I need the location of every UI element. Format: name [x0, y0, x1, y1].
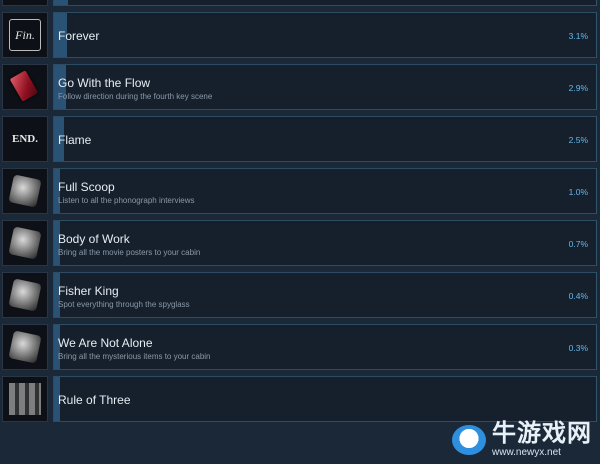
progress-bar: Body of Work Bring all the movie posters … — [53, 220, 597, 266]
achievement-description: Listen to all the phonograph interviews — [58, 196, 195, 205]
red-gem-icon — [2, 64, 48, 110]
progress-bar: Closed CasketSeal the Formless Man in a … — [53, 0, 597, 6]
achievement-row[interactable]: Fisher King Spot everything through the s… — [0, 272, 600, 318]
achievement-name: Rule of Three — [58, 393, 131, 407]
unlock-percentage: 0.3% — [568, 343, 588, 353]
mystery-items-icon — [2, 324, 48, 370]
achievement-row[interactable]: Go With the Flow Follow direction during … — [0, 64, 600, 110]
fin-icon: Fin. — [2, 12, 48, 58]
achievement-description: Bring all the movie posters to your cabi… — [58, 248, 201, 257]
red-gem-icon — [2, 0, 48, 6]
watermark-url: www.newyx.net — [492, 447, 561, 458]
achievement-name: Go With the Flow — [58, 76, 151, 90]
progress-bar: We Are Not Alone Bring all the mysterious… — [53, 324, 597, 370]
phonograph-icon — [2, 168, 48, 214]
end-icon: END. — [2, 116, 48, 162]
achievement-row[interactable]: We Are Not Alone Bring all the mysterious… — [0, 324, 600, 370]
achievement-list: Closed CasketSeal the Formless Man in a … — [0, 0, 600, 428]
spyglass-icon — [2, 272, 48, 318]
faces-icon — [2, 376, 48, 422]
unlock-percentage: 1.0% — [568, 187, 588, 197]
progress-bar: Rule of Three — [53, 376, 597, 422]
achievement-name: Forever — [58, 29, 100, 43]
progress-bar: Full Scoop Listen to all the phonograph i… — [53, 168, 597, 214]
achievement-row[interactable]: Full Scoop Listen to all the phonograph i… — [0, 168, 600, 214]
achievement-description: Spot everything through the spyglass — [58, 300, 190, 309]
unlock-percentage: 2.9% — [568, 83, 588, 93]
unlock-percentage: 2.5% — [568, 135, 588, 145]
achievement-row[interactable]: Fin. Forever 3.1% — [0, 12, 600, 58]
progress-bar: Go With the Flow Follow direction during … — [53, 64, 597, 110]
progress-bar: Fisher King Spot everything through the s… — [53, 272, 597, 318]
achievement-row[interactable]: Closed CasketSeal the Formless Man in a … — [0, 0, 600, 6]
achievement-name: Body of Work — [58, 232, 130, 246]
site-watermark: 牛游戏网 www.newyx.net — [452, 421, 592, 458]
achievement-row[interactable]: Rule of Three — [0, 376, 600, 422]
cow-logo-icon — [452, 424, 486, 455]
progress-bar: Forever 3.1% — [53, 12, 597, 58]
achievement-row[interactable]: END. Flame 2.5% — [0, 116, 600, 162]
poster-icon — [2, 220, 48, 266]
achievement-name: Flame — [58, 133, 92, 147]
progress-fill — [54, 0, 68, 5]
watermark-title: 牛游戏网 — [492, 420, 592, 447]
achievement-name: Full Scoop — [58, 180, 115, 194]
achievement-description: Bring all the mysterious items to your c… — [58, 352, 211, 361]
unlock-percentage: 0.4% — [568, 291, 588, 301]
achievement-row[interactable]: Body of Work Bring all the movie posters … — [0, 220, 600, 266]
achievement-name: We Are Not Alone — [58, 336, 153, 350]
progress-bar: Flame 2.5% — [53, 116, 597, 162]
achievement-name: Fisher King — [58, 284, 119, 298]
unlock-percentage: 3.1% — [568, 31, 588, 41]
achievement-description: Follow direction during the fourth key s… — [58, 92, 213, 101]
unlock-percentage: 0.7% — [568, 239, 588, 249]
